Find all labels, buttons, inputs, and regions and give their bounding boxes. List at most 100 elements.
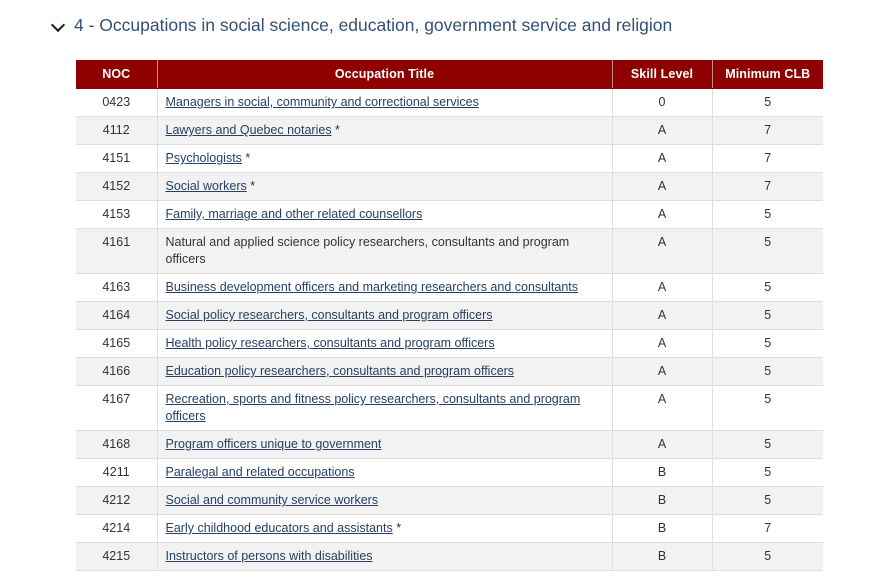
occupation-title-link[interactable]: Lawyers and Quebec notaries: [166, 123, 332, 137]
cell-skill-level: A: [612, 385, 713, 431]
cell-occupation-title: Early childhood educators and assistants…: [157, 514, 613, 543]
footnote-asterisk: *: [241, 151, 251, 165]
cell-occupation-title: Health policy researchers, consultants a…: [157, 329, 613, 358]
cell-skill-level: B: [612, 542, 713, 571]
occupation-title-link[interactable]: Instructors of persons with disabilities: [166, 549, 373, 563]
cell-skill-level: A: [612, 357, 713, 386]
occupations-table-wrapper: NOC Occupation Title Skill Level Minimum…: [76, 60, 823, 571]
chevron-down-icon[interactable]: [52, 18, 66, 32]
cell-occupation-title: Managers in social, community and correc…: [157, 88, 613, 117]
cell-occupation-title: Psychologists *: [157, 144, 613, 173]
cell-occupation-title: Education policy researchers, consultant…: [157, 357, 613, 386]
column-header-title: Occupation Title: [157, 60, 613, 89]
cell-minimum-clb: 5: [712, 228, 823, 274]
cell-skill-level: A: [612, 301, 713, 330]
occupation-title-link[interactable]: Paralegal and related occupations: [166, 465, 355, 479]
table-row: 4215 Instructors of persons with disabili…: [76, 542, 823, 571]
accordion-header-group-4[interactable]: 4 - Occupations in social science, educa…: [52, 14, 672, 36]
cell-occupation-title: Social and community service workers: [157, 486, 613, 515]
footnote-asterisk: *: [392, 521, 402, 535]
cell-noc-code: 4167: [76, 385, 158, 431]
cell-occupation-title: Instructors of persons with disabilities: [157, 542, 613, 571]
table-row: 4166 Education policy researchers, consul…: [76, 357, 823, 386]
occupation-title-link[interactable]: Psychologists: [166, 151, 242, 165]
cell-occupation-title: Social policy researchers, consultants a…: [157, 301, 613, 330]
cell-skill-level: B: [612, 486, 713, 515]
table-row: 4112 Lawyers and Quebec notaries * A 7: [76, 116, 823, 145]
page-root: 4 - Occupations in social science, educa…: [0, 0, 893, 571]
cell-noc-code: 4215: [76, 542, 158, 571]
table-row: 4212 Social and community service workers…: [76, 486, 823, 515]
cell-skill-level: A: [612, 273, 713, 302]
cell-noc-code: 4212: [76, 486, 158, 515]
cell-skill-level: 0: [612, 88, 713, 117]
cell-occupation-title: Family, marriage and other related couns…: [157, 200, 613, 229]
footnote-asterisk: *: [246, 179, 256, 193]
cell-minimum-clb: 5: [712, 301, 823, 330]
cell-occupation-title: Program officers unique to government: [157, 430, 613, 459]
column-header-clb: Minimum CLB: [712, 60, 823, 89]
page-title: 4 - Occupations in social science, educa…: [74, 15, 673, 35]
occupation-title-link[interactable]: Program officers unique to government: [166, 437, 382, 451]
occupation-title-link[interactable]: Education policy researchers, consultant…: [166, 364, 515, 378]
cell-noc-code: 4214: [76, 514, 158, 543]
table-header: NOC Occupation Title Skill Level Minimum…: [76, 60, 823, 89]
cell-occupation-title: Business development officers and market…: [157, 273, 613, 302]
cell-minimum-clb: 7: [712, 144, 823, 173]
column-header-noc: NOC: [76, 60, 158, 89]
cell-occupation-title: Lawyers and Quebec notaries *: [157, 116, 613, 145]
occupation-title-link[interactable]: Business development officers and market…: [166, 280, 579, 294]
table-row: 4211 Paralegal and related occupations B 5: [76, 458, 823, 487]
cell-noc-code: 4151: [76, 144, 158, 173]
cell-noc-code: 4153: [76, 200, 158, 229]
table-body: 0423 Managers in social, community and co…: [76, 88, 823, 571]
cell-occupation-title: Paralegal and related occupations: [157, 458, 613, 487]
cell-skill-level: A: [612, 116, 713, 145]
occupation-title-link[interactable]: Early childhood educators and assistants: [166, 521, 393, 535]
table-row: 4167 Recreation, sports and fitness polic…: [76, 385, 823, 431]
cell-occupation-title: Recreation, sports and fitness policy re…: [157, 385, 613, 431]
cell-skill-level: B: [612, 458, 713, 487]
cell-skill-level: A: [612, 329, 713, 358]
cell-noc-code: 4164: [76, 301, 158, 330]
cell-noc-code: 4211: [76, 458, 158, 487]
occupations-table: NOC Occupation Title Skill Level Minimum…: [76, 60, 823, 571]
cell-minimum-clb: 5: [712, 329, 823, 358]
cell-skill-level: A: [612, 144, 713, 173]
column-header-skill: Skill Level: [612, 60, 713, 89]
occupation-title-link[interactable]: Recreation, sports and fitness policy re…: [166, 392, 581, 423]
cell-skill-level: A: [612, 172, 713, 201]
cell-minimum-clb: 5: [712, 273, 823, 302]
cell-minimum-clb: 5: [712, 430, 823, 459]
table-row: 4161 Natural and applied science policy r…: [76, 228, 823, 274]
occupation-title-link[interactable]: Family, marriage and other related couns…: [166, 207, 423, 221]
cell-noc-code: 4112: [76, 116, 158, 145]
table-row: 4164 Social policy researchers, consultan…: [76, 301, 823, 330]
cell-minimum-clb: 5: [712, 458, 823, 487]
table-row: 4168 Program officers unique to governmen…: [76, 430, 823, 459]
footnote-asterisk: *: [331, 123, 340, 137]
cell-noc-code: 4161: [76, 228, 158, 274]
cell-minimum-clb: 7: [712, 172, 823, 201]
cell-occupation-title: Natural and applied science policy resea…: [157, 228, 613, 274]
cell-occupation-title: Social workers *: [157, 172, 613, 201]
occupation-title-link[interactable]: Managers in social, community and correc…: [166, 95, 479, 109]
cell-noc-code: 4163: [76, 273, 158, 302]
table-row: 4214 Early childhood educators and assist…: [76, 514, 823, 543]
occupation-title-link[interactable]: Social policy researchers, consultants a…: [166, 308, 493, 322]
cell-minimum-clb: 7: [712, 514, 823, 543]
cell-noc-code: 4166: [76, 357, 158, 386]
occupation-title-link[interactable]: Health policy researchers, consultants a…: [166, 336, 495, 350]
cell-skill-level: A: [612, 430, 713, 459]
occupation-title-text: Natural and applied science policy resea…: [165, 235, 570, 266]
cell-minimum-clb: 5: [712, 542, 823, 571]
table-row: 4165 Health policy researchers, consultan…: [76, 329, 823, 358]
occupation-title-link[interactable]: Social and community service workers: [166, 493, 379, 507]
cell-minimum-clb: 7: [712, 116, 823, 145]
cell-noc-code: 4168: [76, 430, 158, 459]
cell-skill-level: A: [612, 228, 713, 274]
table-row: 4163 Business development officers and ma…: [76, 273, 823, 302]
cell-minimum-clb: 5: [712, 200, 823, 229]
occupation-title-link[interactable]: Social workers: [166, 179, 247, 193]
cell-minimum-clb: 5: [712, 88, 823, 117]
